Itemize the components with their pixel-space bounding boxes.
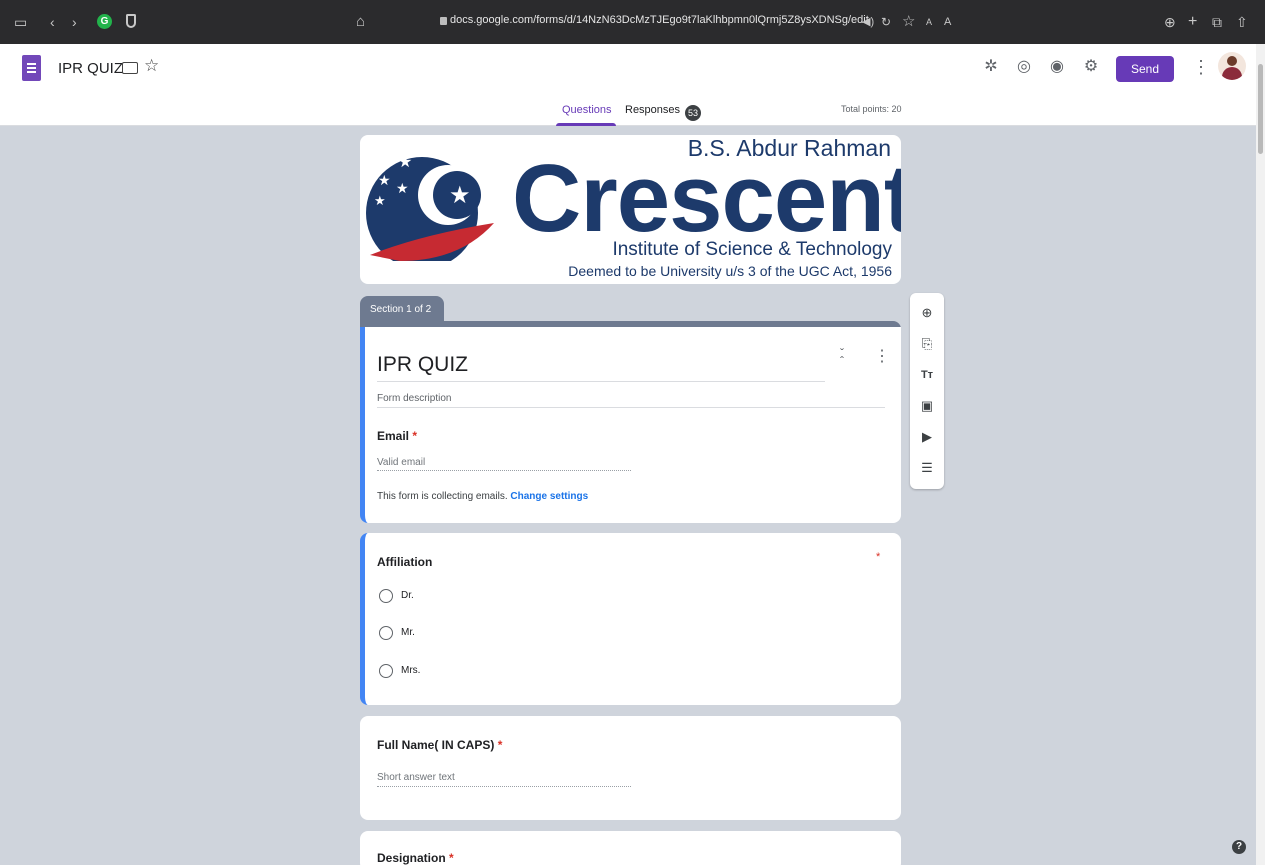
add-image-icon[interactable]: ▣ <box>918 397 936 415</box>
banner-line-2: Crescent <box>512 145 901 252</box>
question-card-full-name[interactable]: Full Name( IN CAPS) * Short answer text <box>360 716 901 820</box>
radio-button[interactable] <box>379 625 393 640</box>
add-section-icon[interactable]: ☰ <box>918 459 936 477</box>
svg-text:★: ★ <box>396 181 409 197</box>
svg-text:★: ★ <box>378 173 391 189</box>
short-answer-underline <box>377 786 631 787</box>
help-icon[interactable]: ? <box>1232 840 1246 854</box>
import-questions-icon[interactable]: ⎘ <box>918 335 936 353</box>
svg-text:★: ★ <box>449 181 471 209</box>
section-more-icon[interactable]: ⋮ <box>874 349 890 365</box>
radio-option[interactable]: Mrs. <box>379 662 420 678</box>
question-title-text: Full Name( IN CAPS) <box>377 738 495 752</box>
scrollbar-thumb[interactable] <box>1258 64 1263 154</box>
form-title[interactable]: IPR QUIZ <box>377 353 468 377</box>
send-button[interactable]: Send <box>1116 56 1174 82</box>
total-points: Total points: 20 <box>841 104 902 114</box>
required-mark: * <box>449 851 454 865</box>
google-forms-logo-icon[interactable] <box>22 55 41 81</box>
radio-button[interactable] <box>379 663 393 678</box>
star-icon[interactable]: ☆ <box>144 56 159 76</box>
new-tab-icon[interactable]: + <box>1188 12 1197 32</box>
email-label: Email * <box>377 429 417 443</box>
home-icon[interactable]: ⌂ <box>356 12 365 32</box>
add-question-icon[interactable]: ⊕ <box>918 304 936 322</box>
page-scrollbar[interactable] <box>1256 44 1265 865</box>
question-card-affiliation[interactable]: Affiliation * Dr. Mr. Mrs. <box>360 533 901 705</box>
title-underline <box>377 381 825 382</box>
settings-icon[interactable]: ⚙ <box>1080 56 1102 78</box>
radio-button[interactable] <box>379 588 393 603</box>
section-label: Section 1 of 2 <box>360 296 444 323</box>
question-title: Affiliation <box>377 555 433 569</box>
required-mark: * <box>412 429 418 443</box>
text-larger-button[interactable]: A <box>944 12 951 32</box>
document-title[interactable]: IPR QUIZ <box>58 60 123 77</box>
more-options-icon[interactable]: ⋮ <box>1192 56 1210 78</box>
question-card-designation[interactable]: Designation * <box>360 831 901 865</box>
responses-count-badge: 53 <box>685 105 702 121</box>
download-icon[interactable]: ⊕ <box>1164 12 1176 32</box>
privacy-shield-icon[interactable] <box>126 14 136 28</box>
avatar[interactable] <box>1218 52 1246 80</box>
email-underline <box>377 470 631 471</box>
back-icon[interactable]: ‹ <box>50 12 55 32</box>
address-bar[interactable]: docs.google.com/forms/d/14NzN63DcMzTJEgo… <box>368 12 888 34</box>
svg-text:★: ★ <box>374 194 386 209</box>
tab-questions[interactable]: Questions <box>562 104 612 116</box>
tab-responses-label: Responses <box>625 104 681 116</box>
collect-emails-note: This form is collecting emails. Change s… <box>377 491 588 502</box>
email-label-text: Email <box>377 429 410 443</box>
description-underline <box>377 407 885 408</box>
required-mark: * <box>876 551 881 563</box>
addon-icon[interactable]: ✲ <box>980 56 1002 78</box>
form-description-field[interactable]: Form description <box>377 393 451 404</box>
active-tab-indicator <box>556 123 616 126</box>
preview-icon[interactable]: ◉ <box>1046 56 1068 78</box>
collapse-section-icon[interactable]: ˇˆ <box>840 347 844 367</box>
banner-line-4: Deemed to be University u/s 3 of the UGC… <box>568 263 892 279</box>
tabs-overview-icon[interactable]: ⧉ <box>1212 12 1222 32</box>
move-to-folder-icon[interactable] <box>122 62 138 74</box>
tab-responses[interactable]: Responses 53 <box>625 104 702 121</box>
header-image[interactable]: ★ ★ ★ ★ ★ B.S. Abdur Rahman Crescent Ins… <box>360 135 901 284</box>
reload-icon[interactable]: ↻ <box>881 12 891 32</box>
radio-option[interactable]: Mr. <box>379 624 415 640</box>
add-title-icon[interactable]: Tт <box>918 366 936 384</box>
add-video-icon[interactable]: ▶ <box>918 428 936 446</box>
option-label: Dr. <box>401 590 414 602</box>
share-icon[interactable]: ⇧ <box>1236 12 1248 32</box>
option-label: Mrs. <box>401 665 421 677</box>
forward-icon[interactable]: › <box>72 12 77 32</box>
url-text: docs.google.com/forms/d/14NzN63DcMzTJEgo… <box>450 14 869 26</box>
lock-icon <box>440 17 447 25</box>
email-field[interactable]: Valid email <box>377 457 425 468</box>
required-mark: * <box>497 738 503 752</box>
sidebar-toggle-icon[interactable]: ▭ <box>14 12 27 32</box>
form-title-card[interactable]: IPR QUIZ ˇˆ ⋮ Form description Email * V… <box>360 327 901 523</box>
collect-emails-text: This form is collecting emails. <box>377 491 508 502</box>
question-title: Full Name( IN CAPS) * <box>377 738 502 752</box>
question-title-text: Designation <box>377 851 446 865</box>
forms-header: IPR QUIZ ☆ ✲ ◎ ◉ ⚙ Send ⋮ Questions Resp… <box>0 44 1265 126</box>
floating-toolbar: ⊕ ⎘ Tт ▣ ▶ ☰ <box>910 293 944 489</box>
banner-line-3: Institute of Science & Technology <box>612 239 892 260</box>
browser-toolbar: ▭ ‹ › G ⌂ docs.google.com/forms/d/14NzN6… <box>0 0 1265 44</box>
audio-icon[interactable]: ◀) <box>862 12 874 32</box>
svg-text:★: ★ <box>398 152 412 171</box>
short-answer-field[interactable]: Short answer text <box>377 772 455 783</box>
grammarly-icon[interactable]: G <box>97 14 112 29</box>
change-settings-link[interactable]: Change settings <box>510 491 588 502</box>
bookmark-star-icon[interactable]: ☆ <box>902 12 915 32</box>
option-label: Mr. <box>401 627 415 639</box>
palette-icon[interactable]: ◎ <box>1013 56 1035 78</box>
crescent-logo-icon: ★ ★ ★ ★ ★ <box>366 152 494 261</box>
radio-option[interactable]: Dr. <box>379 587 414 603</box>
question-title: Designation * <box>377 851 454 865</box>
text-smaller-button[interactable]: A <box>926 12 932 32</box>
